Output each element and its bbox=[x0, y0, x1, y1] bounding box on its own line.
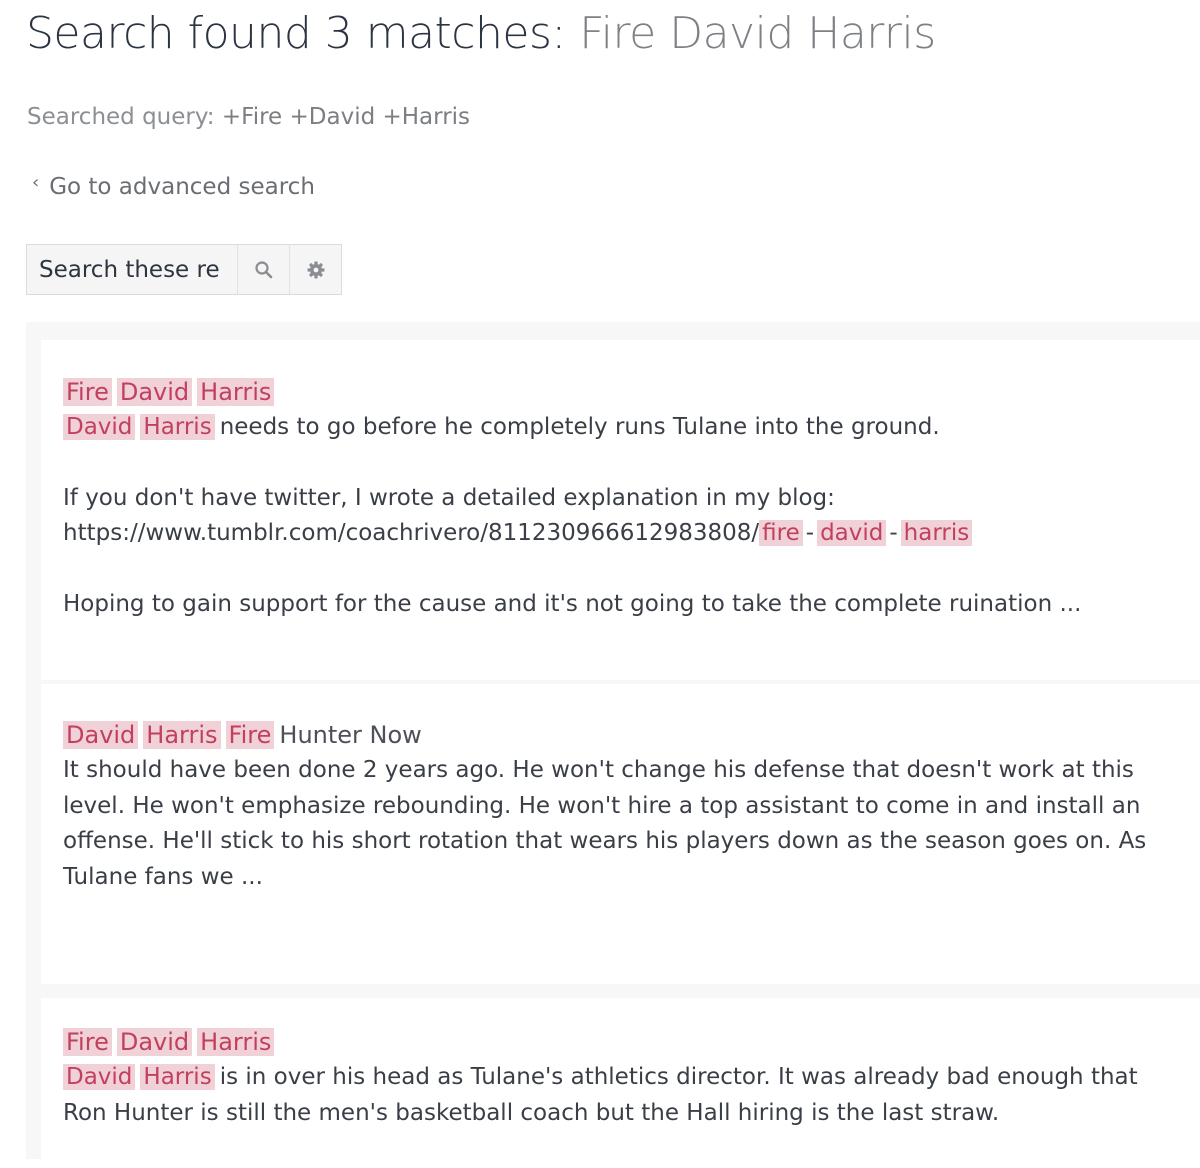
highlighted-term: david bbox=[817, 520, 887, 546]
highlighted-term: harris bbox=[900, 520, 973, 546]
advanced-search-link[interactable]: ‹ Go to advanced search bbox=[32, 172, 315, 200]
highlighted-term: David bbox=[63, 1064, 136, 1090]
search-result[interactable]: Fire David Harris David Harris needs to go b… bbox=[41, 340, 1200, 680]
result-title[interactable]: David Harris Fire Hunter Now bbox=[63, 717, 1178, 753]
highlighted-term: fire bbox=[759, 520, 803, 546]
searched-query-terms: +Fire +David +Harris bbox=[221, 104, 471, 130]
highlighted-term: Fire bbox=[63, 378, 112, 406]
search-results-box bbox=[26, 244, 342, 295]
highlighted-term: David bbox=[116, 1028, 193, 1056]
results-panel: Fire David Harris David Harris needs to go b… bbox=[26, 322, 1200, 1168]
highlighted-term: Harris bbox=[143, 721, 221, 749]
highlighted-term: David bbox=[63, 721, 139, 749]
search-settings-button[interactable] bbox=[290, 245, 341, 294]
highlighted-term: Fire bbox=[63, 1028, 112, 1056]
result-title-text: Hunter Now bbox=[279, 721, 422, 749]
snippet-text: Hoping to gain support for the cause and… bbox=[63, 590, 1082, 617]
result-snippet: It should have been done 2 years ago. He… bbox=[63, 757, 1147, 890]
url-separator: - bbox=[889, 520, 898, 546]
page-title-prefix: Search found 3 matches: bbox=[26, 8, 566, 59]
result-title[interactable]: Fire David Harris bbox=[63, 374, 1178, 410]
page-title-query: Fire David Harris bbox=[579, 8, 936, 59]
page-title: Search found 3 matches: Fire David Harri… bbox=[26, 8, 936, 59]
result-snippet: David Harris needs to go before he complet… bbox=[63, 410, 1178, 622]
highlighted-term: David bbox=[63, 414, 136, 440]
snippet-url: https://www.tumblr.com/coachrivero/81123… bbox=[63, 520, 760, 546]
searched-query: Searched query: +Fire +David +Harris bbox=[27, 104, 470, 130]
chevron-left-icon: ‹ bbox=[32, 172, 40, 193]
search-icon bbox=[254, 260, 272, 278]
result-title[interactable]: Fire David Harris bbox=[63, 1024, 1178, 1060]
result-snippet: David Harris is in over his head as Tulane… bbox=[63, 1060, 1178, 1131]
highlighted-term: Harris bbox=[140, 414, 215, 440]
search-results-input[interactable] bbox=[27, 245, 238, 294]
url-separator: - bbox=[805, 520, 815, 546]
snippet-text: If you don't have twitter, I wrote a det… bbox=[63, 484, 835, 511]
highlighted-term: Fire bbox=[225, 721, 275, 749]
highlighted-term: Harris bbox=[140, 1064, 215, 1090]
gear-icon bbox=[307, 261, 324, 278]
search-result[interactable]: Fire David Harris David Harris is in over hi… bbox=[41, 998, 1200, 1168]
highlighted-term: David bbox=[116, 378, 193, 406]
search-button[interactable] bbox=[238, 245, 290, 294]
snippet-text: is in over his head as Tulane's athletic… bbox=[63, 1064, 1138, 1126]
highlighted-term: Harris bbox=[197, 1028, 275, 1056]
searched-query-label: Searched query: bbox=[27, 104, 215, 130]
highlighted-term: Harris bbox=[197, 378, 275, 406]
search-result[interactable]: David Harris Fire Hunter Now It should have… bbox=[41, 684, 1200, 984]
snippet-text: needs to go before he completely runs Tu… bbox=[219, 414, 940, 440]
advanced-search-label: Go to advanced search bbox=[49, 174, 315, 200]
